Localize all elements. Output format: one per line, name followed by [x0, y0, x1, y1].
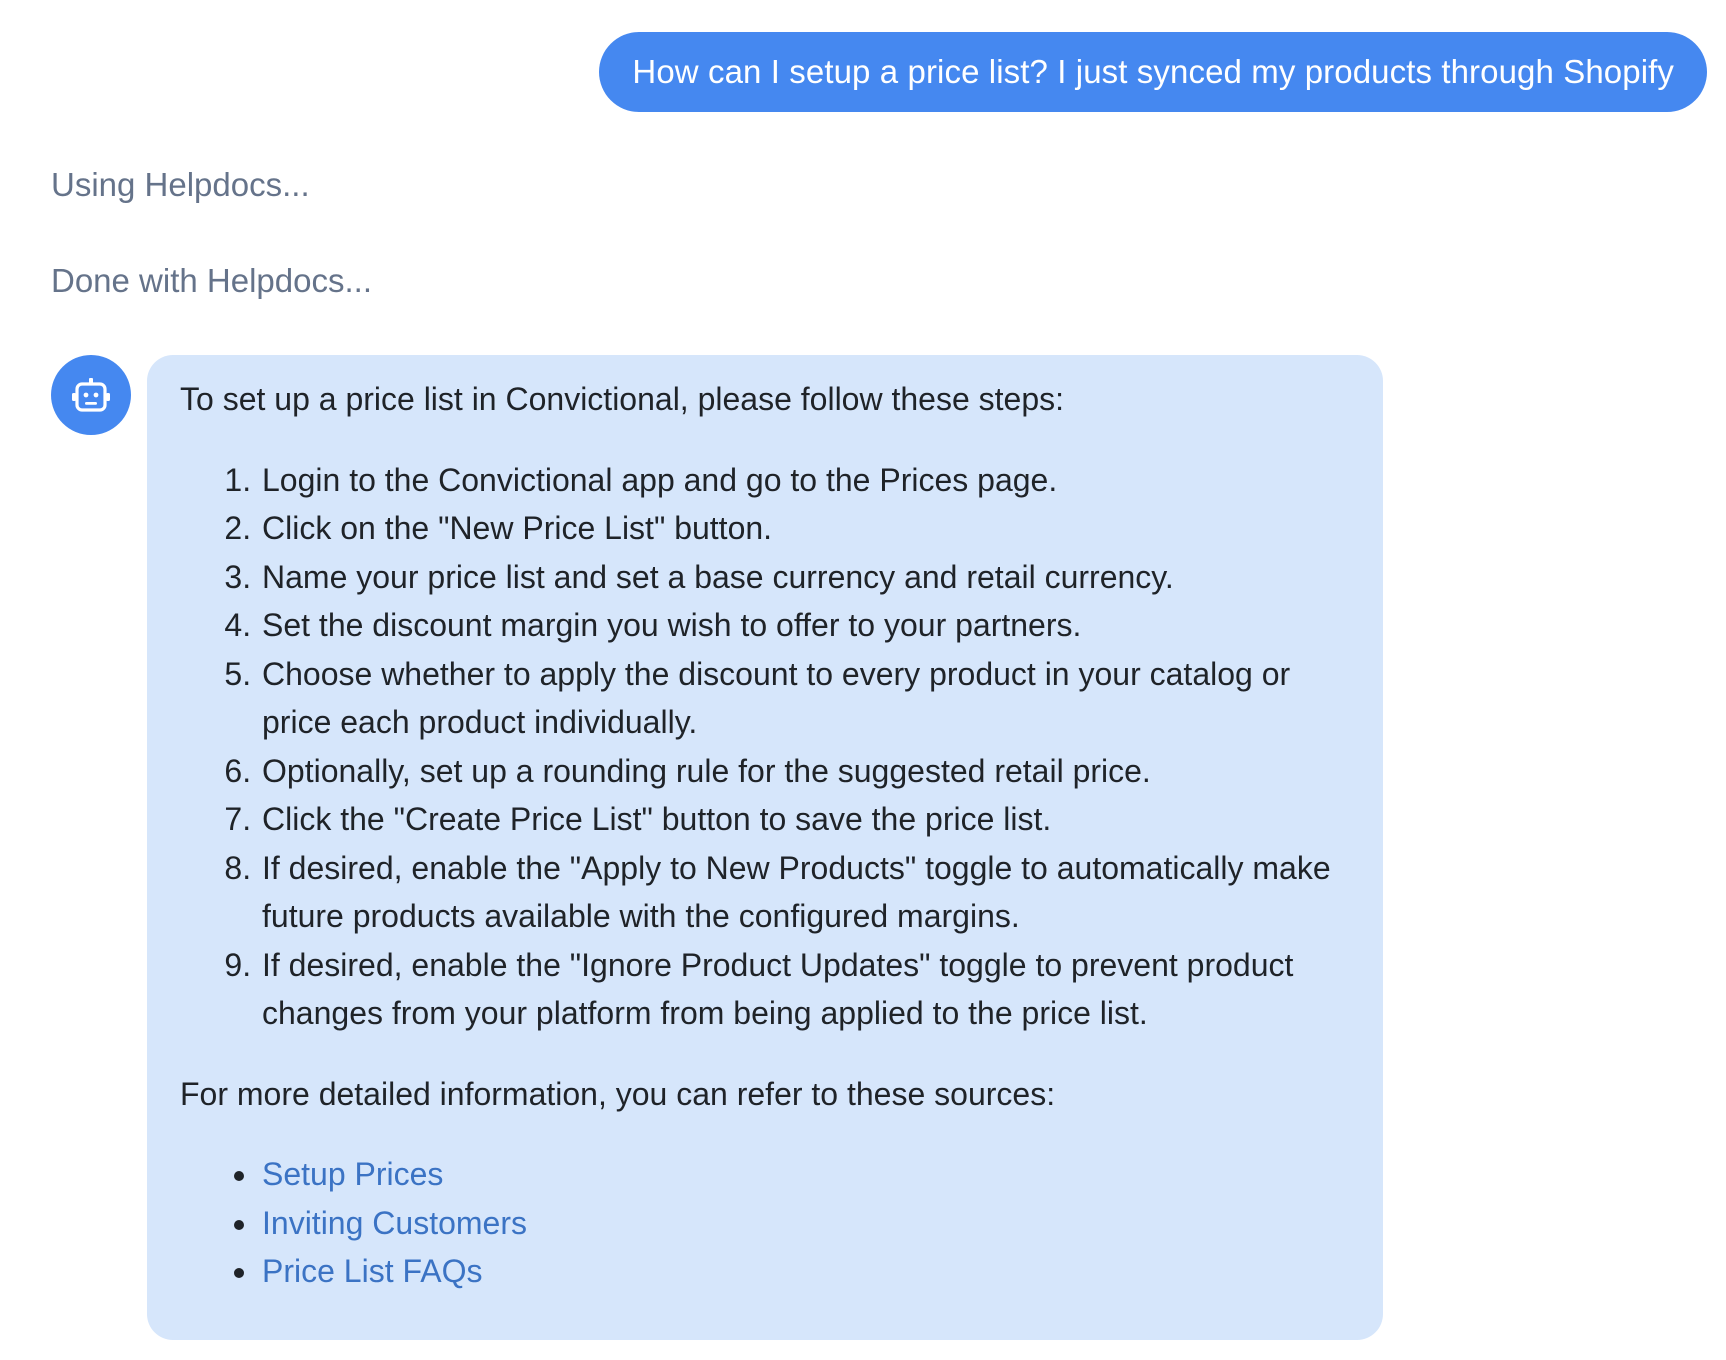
step-item: Optionally, set up a rounding rule for t…: [260, 747, 1343, 796]
source-item: Setup Prices: [260, 1150, 1343, 1199]
bot-avatar: [51, 355, 131, 435]
tool-status-using: Using Helpdocs...: [51, 166, 310, 203]
step-item: Choose whether to apply the discount to …: [260, 650, 1343, 747]
chat-thread: How can I setup a price list? I just syn…: [0, 0, 1726, 1360]
step-item: If desired, enable the "Ignore Product U…: [260, 941, 1343, 1038]
source-item: Inviting Customers: [260, 1199, 1343, 1248]
sources-intro-text: For more detailed information, you can r…: [180, 1075, 1056, 1112]
bot-intro-text: To set up a price list in Convictional, …: [180, 381, 1065, 417]
bot-message-bubble: To set up a price list in Convictional, …: [147, 355, 1383, 1340]
tool-status-done: Done with Helpdocs...: [51, 262, 372, 299]
robot-icon: [72, 378, 110, 412]
step-item: Login to the Convictional app and go to …: [260, 456, 1343, 505]
source-item: Price List FAQs: [260, 1247, 1343, 1296]
user-message-bubble: How can I setup a price list? I just syn…: [599, 32, 1707, 112]
steps-list: Login to the Convictional app and go to …: [180, 456, 1343, 1038]
step-item: Name your price list and set a base curr…: [260, 553, 1343, 602]
step-item: Click on the "New Price List" button.: [260, 504, 1343, 553]
source-link-setup-prices[interactable]: Setup Prices: [262, 1156, 443, 1192]
step-item: Set the discount margin you wish to offe…: [260, 601, 1343, 650]
step-item: Click the "Create Price List" button to …: [260, 795, 1343, 844]
source-link-inviting-customers[interactable]: Inviting Customers: [262, 1205, 527, 1241]
source-link-price-list-faqs[interactable]: Price List FAQs: [262, 1253, 483, 1289]
sources-list: Setup Prices Inviting Customers Price Li…: [180, 1150, 1343, 1296]
step-item: If desired, enable the "Apply to New Pro…: [260, 844, 1343, 941]
